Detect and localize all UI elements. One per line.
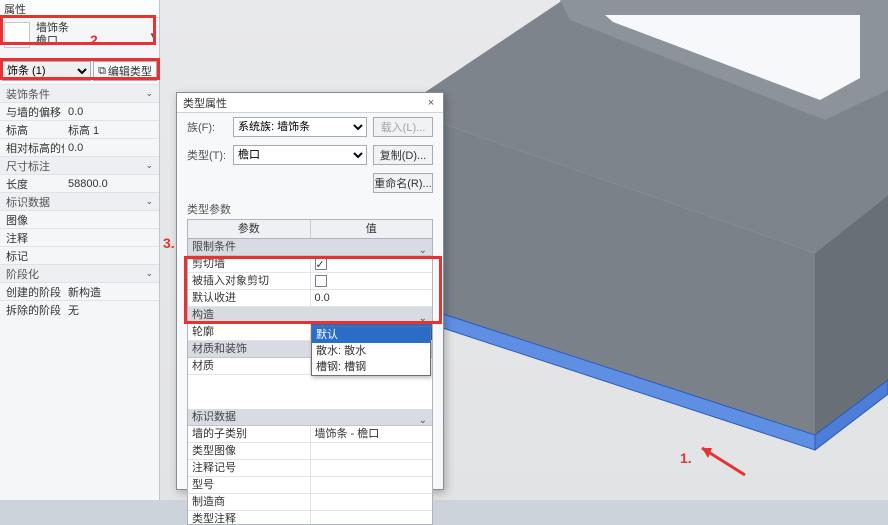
dialog-title: 类型属性 [183,95,227,111]
sect-identity[interactable]: 标识数据⌄ [188,409,432,426]
section-dim[interactable]: 尺寸标注 ⌄ [0,156,159,174]
row-default-setback[interactable]: 默认收进 0.0 [188,290,432,307]
type-selector-combo[interactable]: 墙饰条 檐口 ▾ [0,18,159,58]
checkbox-unchecked-icon[interactable] [315,275,327,287]
prop-phase-demolished[interactable]: 拆除的阶段 无 [0,300,159,318]
type-select[interactable]: 檐口 [233,145,367,165]
annotation-label-1: 1. [680,450,692,466]
type-properties-dialog: 类型属性 × 族(F): 系统族: 墙饰条 载入(L)... 类型(T): 檐口… [176,92,444,490]
profile-dropdown[interactable]: 默认 散水: 散水 槽钢: 槽钢 [311,326,431,376]
type-thumbnail [4,22,30,48]
duplicate-button[interactable]: 复制(D)... [373,145,433,165]
chevron-icon: ⌄ [145,196,157,207]
row-keynote[interactable]: 注释记号 [188,460,432,477]
row-model-no[interactable]: 型号 [188,477,432,494]
prop-length[interactable]: 长度 58800.0 [0,174,159,192]
annotation-label-3: 3. [163,235,175,251]
section-id[interactable]: 标识数据 ⌄ [0,192,159,210]
chevron-icon: ⌄ [419,412,427,429]
edit-type-label: 编辑类型 [108,63,152,79]
family-select[interactable]: 系统族: 墙饰条 [233,117,367,137]
prop-comments[interactable]: 注释 [0,228,159,246]
edit-type-button[interactable]: ⧉ 编辑类型 [93,61,157,81]
section-phase[interactable]: 阶段化 ⌄ [0,264,159,282]
annotation-label-2: 2. [90,32,102,48]
chevron-icon: ⌄ [145,88,157,99]
annotation-arrow-1 [690,440,750,480]
dropdown-option[interactable]: 散水: 散水 [312,343,430,359]
close-button[interactable]: × [423,95,439,111]
rename-button[interactable]: 重命名(R)... [373,173,433,193]
dropdown-option[interactable]: 默认 [312,327,430,343]
row-type-image[interactable]: 类型图像 [188,443,432,460]
row-type-comments[interactable]: 类型注释 [188,511,432,525]
prop-rel-offset[interactable]: 相对标高的偏移 0.0 [0,138,159,156]
row-subcategory[interactable]: 墙的子类别 墙饰条 - 檐口 [188,426,432,443]
type-label: 类型(T): [187,147,227,163]
type-params-label: 类型参数 [177,197,443,217]
header-param: 参数 [188,220,311,238]
load-button[interactable]: 载入(L)... [373,117,433,137]
checkbox-checked-icon[interactable] [315,258,327,270]
header-value: 值 [311,220,433,238]
sect-constraints[interactable]: 限制条件⌄ [188,239,432,256]
dialog-titlebar[interactable]: 类型属性 × [177,93,443,113]
grid-header: 参数 值 [188,220,432,239]
chevron-icon: ⌄ [145,268,157,279]
type-sub: 檐口 [36,35,69,48]
chevron-down-icon: ▾ [150,30,155,41]
row-cut-wall[interactable]: 剪切墙 [188,256,432,273]
sect-construction[interactable]: 构造⌄ [188,307,432,324]
properties-title-text: 属性 [4,1,26,17]
dropdown-option[interactable]: 槽钢: 槽钢 [312,359,430,375]
row-manufacturer[interactable]: 制造商 [188,494,432,511]
instance-selector[interactable]: 饰条 (1) [2,61,91,81]
chevron-icon: ⌄ [145,160,157,171]
edit-type-icon: ⧉ [98,65,106,78]
prop-mark[interactable]: 标记 [0,246,159,264]
chevron-icon: ⌄ [419,242,427,259]
type-params-grid[interactable]: 参数 值 限制条件⌄ 剪切墙 被插入对象剪切 默认收进 0.0 构造⌄ 轮廓 默… [187,219,433,525]
type-name: 墙饰条 [36,22,69,35]
prop-level[interactable]: 标高 标高 1 [0,120,159,138]
row-cut-inserts[interactable]: 被插入对象剪切 [188,273,432,290]
prop-image[interactable]: 图像 [0,210,159,228]
section-constraints[interactable]: 装饰条件 ⌄ [0,84,159,102]
properties-panel: 属性 墙饰条 檐口 ▾ 饰条 (1) ⧉ 编辑类型 装饰条件 ⌄ 与墙的偏移 0… [0,0,160,500]
prop-offset-wall[interactable]: 与墙的偏移 0.0 [0,102,159,120]
family-label: 族(F): [187,119,227,135]
prop-phase-created[interactable]: 创建的阶段 新构造 [0,282,159,300]
properties-title: 属性 [0,0,159,18]
